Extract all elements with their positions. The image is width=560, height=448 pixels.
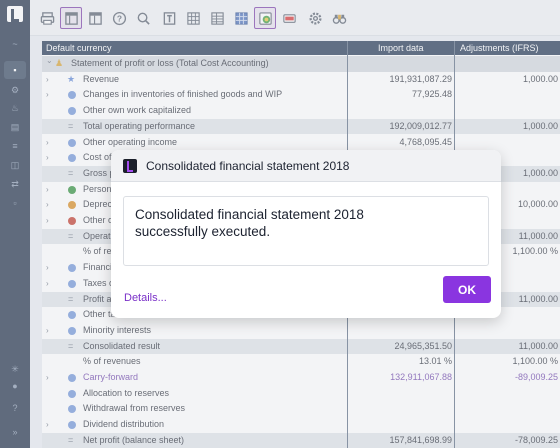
dialog-title: Consolidated financial statement 2018 <box>146 159 350 173</box>
ok-button[interactable]: OK <box>443 276 491 303</box>
message-dialog: Consolidated financial statement 2018 Co… <box>111 150 501 318</box>
dialog-message-box: Consolidated financial statement 2018 su… <box>123 196 489 266</box>
dialog-message: Consolidated financial statement 2018 su… <box>135 207 364 239</box>
app-logo-icon <box>123 159 137 173</box>
details-link[interactable]: Details... <box>124 292 167 304</box>
dialog-header: Consolidated financial statement 2018 <box>111 150 501 182</box>
